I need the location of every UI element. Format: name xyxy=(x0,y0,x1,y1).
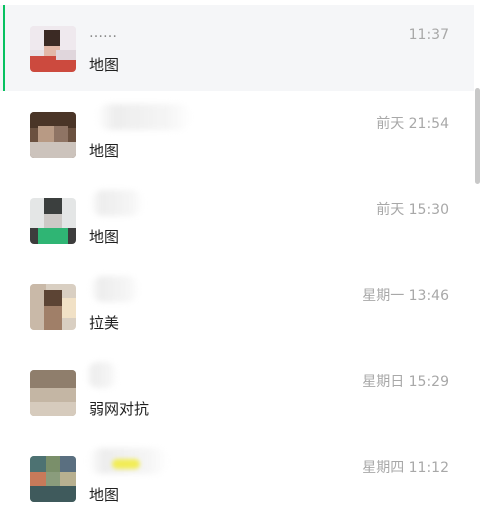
chat-time: 星期日 15:29 xyxy=(362,374,449,390)
avatar xyxy=(30,112,76,158)
chat-preview: 地图 xyxy=(89,486,120,504)
redacted-highlight xyxy=(112,459,140,469)
avatar xyxy=(30,456,76,502)
chat-item[interactable]: 前天 15:30 地图 xyxy=(0,177,474,263)
redacted-name xyxy=(90,276,140,302)
avatar xyxy=(30,370,76,416)
redacted-name xyxy=(90,190,144,216)
chat-item[interactable]: 星期日 15:29 弱网对抗 xyxy=(0,349,474,435)
chat-item[interactable]: 前天 21:54 地图 xyxy=(0,91,474,177)
chat-time: 星期一 13:46 xyxy=(362,288,449,304)
chat-preview: 地图 xyxy=(89,228,120,246)
chat-time: 前天 21:54 xyxy=(376,116,449,132)
chat-time: 星期四 11:12 xyxy=(362,460,449,476)
chat-preview: 地图 xyxy=(89,56,120,74)
chat-item[interactable]: 星期一 13:46 拉美 xyxy=(0,263,474,349)
chat-preview: 地图 xyxy=(89,142,120,160)
redacted-name xyxy=(96,104,192,130)
chat-item-selected[interactable]: …… 11:37 地图 xyxy=(0,5,474,91)
chat-preview: 弱网对抗 xyxy=(89,400,150,418)
chat-name: …… xyxy=(89,25,117,41)
scrollbar-thumb[interactable] xyxy=(475,88,480,184)
chat-preview: 拉美 xyxy=(89,314,120,332)
avatar xyxy=(30,284,76,330)
scrollbar-track[interactable] xyxy=(474,0,480,520)
chat-time: 11:37 xyxy=(408,27,449,43)
avatar xyxy=(30,26,76,72)
chat-item[interactable]: 星期四 11:12 地图 xyxy=(0,435,474,520)
chat-time: 前天 15:30 xyxy=(376,202,449,218)
chat-list: …… 11:37 地图 前天 21:54 地图 前天 15:30 地图 星期一 … xyxy=(0,0,480,520)
redacted-name xyxy=(86,362,118,388)
avatar xyxy=(30,198,76,244)
